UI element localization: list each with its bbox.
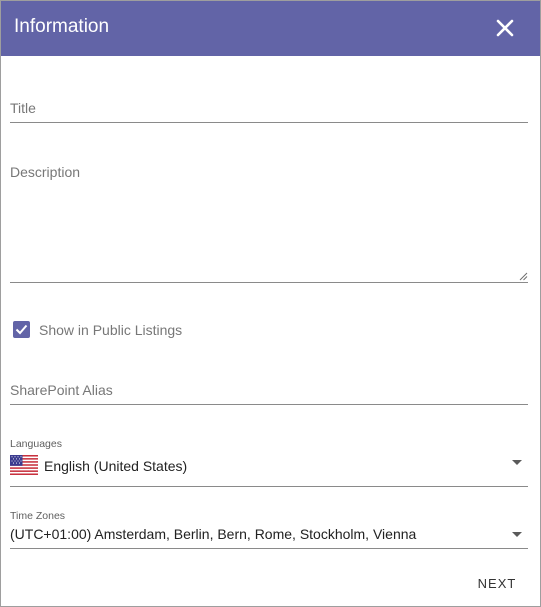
us-flag-icon — [10, 455, 38, 475]
time-zones-label: Time Zones — [10, 510, 66, 522]
time-zones-select[interactable]: Time Zones (UTC+01:00) Amsterdam, Berlin… — [10, 510, 528, 549]
title-field[interactable]: Title — [10, 95, 528, 123]
sharepoint-alias-field[interactable]: SharePoint Alias — [10, 376, 528, 405]
description-placeholder: Description — [10, 164, 81, 180]
languages-select[interactable]: Languages English (United States) — [10, 437, 528, 487]
sharepoint-alias-placeholder: SharePoint Alias — [10, 382, 113, 398]
information-dialog: Information Title Description Show in Pu… — [0, 0, 541, 607]
close-button[interactable] — [494, 17, 516, 39]
close-icon — [496, 19, 514, 37]
public-listings-label: Show in Public Listings — [39, 322, 183, 338]
dialog-header: Information — [1, 1, 540, 56]
checkmark-icon — [15, 324, 28, 335]
languages-dropdown-arrow-icon[interactable] — [512, 460, 522, 465]
next-button[interactable]: NEXT — [470, 571, 524, 597]
public-listings-checkbox[interactable] — [13, 321, 30, 338]
languages-label: Languages — [10, 438, 62, 450]
time-zones-dropdown-arrow-icon[interactable] — [512, 532, 522, 537]
resize-handle-icon[interactable] — [519, 272, 528, 281]
languages-value: English (United States) — [44, 458, 188, 474]
dialog-title: Information — [14, 16, 110, 37]
title-placeholder: Title — [10, 100, 36, 116]
time-zones-value: (UTC+01:00) Amsterdam, Berlin, Bern, Rom… — [10, 526, 417, 542]
description-field[interactable]: Description — [10, 159, 528, 283]
